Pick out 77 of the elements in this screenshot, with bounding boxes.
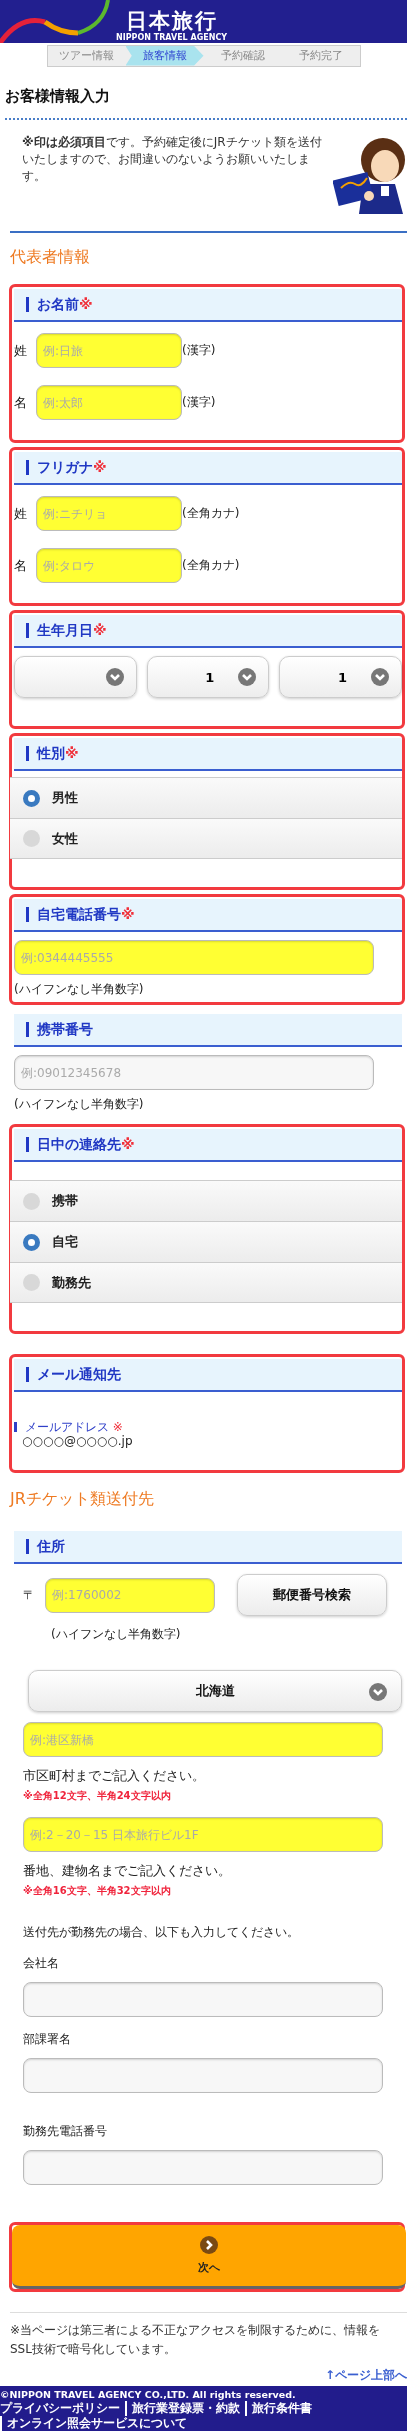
select-dropdown[interactable]: 1 xyxy=(146,656,270,698)
input-field[interactable]: 例:09012345678 xyxy=(14,1055,374,1090)
field-note: (全角カナ) xyxy=(182,557,240,574)
postal-search-button[interactable]: 郵便番号検索 xyxy=(237,1574,387,1616)
section-heading: 代表者情報 xyxy=(10,247,91,268)
field-hint: 市区町村までご記入ください。 xyxy=(23,1767,206,1785)
footer-link[interactable]: 旅行業登録票・約款 xyxy=(125,2401,245,2416)
security-note: ※当ページは第三者による不正なアクセスを制限するために、情報をSSL技術で暗号化しています。 xyxy=(10,2322,382,2358)
address-field[interactable]: 例:港区新橋 xyxy=(23,1722,383,1757)
postal-mark: 〒 xyxy=(23,1586,35,1604)
address-field[interactable]: 例:2－20－15 日本旅行ビル1F xyxy=(23,1817,383,1852)
radio-option[interactable]: 男性 xyxy=(10,777,402,818)
footer-link[interactable]: プライバシーポリシー xyxy=(0,2401,125,2416)
field-label: 姓 xyxy=(14,341,28,360)
logo-subtext: NIPPON TRAVEL AGENCY xyxy=(116,33,228,42)
page-top-link[interactable]: ↑ページ上部へ xyxy=(324,2367,407,2384)
field-note: (漢字) xyxy=(182,342,216,359)
next-button[interactable]: 次へ xyxy=(12,2225,406,2289)
progress-step: ツアー情報 xyxy=(47,46,126,66)
field-label: 勤務先電話番号 xyxy=(23,2123,108,2140)
section-title: 自宅電話番号※ xyxy=(26,907,135,922)
input-field[interactable]: 例:太郎 xyxy=(36,385,182,420)
progress-step: 予約完了 xyxy=(281,46,360,66)
instruction-text: 送付先が勤務先の場合、以下も入力してください。 xyxy=(22,1924,300,1941)
prefecture-select[interactable]: 北海道 xyxy=(28,1670,402,1712)
radio-option[interactable]: 勤務先 xyxy=(10,1262,402,1303)
page-title: お客様情報入力 xyxy=(5,86,407,120)
section-title: フリガナ※ xyxy=(26,460,107,475)
chevron-right-icon xyxy=(200,2236,218,2254)
select-dropdown[interactable]: 1 xyxy=(279,656,402,698)
field-hint: 番地、建物名までご記入ください。 xyxy=(23,1862,232,1880)
section-title: 日中の連絡先※ xyxy=(26,1137,135,1152)
email-label: メールアドレス ※ xyxy=(14,1422,402,1432)
footer-link[interactable]: オンライン照会サービスについて xyxy=(0,2416,192,2431)
radio-option[interactable]: 携帯 xyxy=(10,1180,402,1221)
progress-step: 予約確認 xyxy=(203,46,282,66)
input-field[interactable]: 例:0344445555 xyxy=(14,940,374,975)
field-label: 名 xyxy=(14,556,28,575)
section-title: お名前※ xyxy=(26,297,93,312)
field-hint: (ハイフンなし半角数字) xyxy=(50,1626,182,1643)
field-note: (漢字) xyxy=(182,394,216,411)
field-hint: (ハイフンなし半角数字) xyxy=(14,981,145,998)
chevron-down-icon xyxy=(369,1683,387,1701)
footer-link[interactable]: 旅行条件書 xyxy=(245,2401,317,2416)
field-label: 部課署名 xyxy=(23,2031,72,2048)
section-title: 住所 xyxy=(26,1539,65,1554)
postal-code-field[interactable]: 例:1760002 xyxy=(45,1577,215,1613)
select-dropdown[interactable] xyxy=(14,656,137,698)
progress-step: 旅客情報 xyxy=(125,46,204,66)
input-field[interactable]: 例:日旅 xyxy=(36,333,182,368)
email-value: ○○○○@○○○○.jp xyxy=(21,1434,134,1448)
logo-swoosh-icon xyxy=(0,0,110,43)
section-title: 性別※ xyxy=(26,746,79,761)
chevron-down-icon xyxy=(371,668,389,686)
chevron-down-icon xyxy=(105,668,124,686)
radio-option[interactable]: 自宅 xyxy=(10,1221,402,1262)
input-field[interactable]: 例:ニチリョ xyxy=(36,496,182,531)
section-title: メール通知先 xyxy=(26,1367,121,1382)
notice-text: ※印は必須項目です。予約確定後にJRチケット類を送付いたしますので、お間違いのないようお願いいたします。 xyxy=(22,133,323,185)
section-heading: JRチケット類送付先 xyxy=(10,1489,155,1510)
section-title: 生年月日※ xyxy=(26,623,107,638)
length-limit-note: ※全角12文字、半角24文字以内 xyxy=(23,1789,172,1803)
field-label: 姓 xyxy=(14,504,28,523)
input-field[interactable]: 例:タロウ xyxy=(36,548,182,583)
input-field[interactable] xyxy=(23,2058,383,2093)
field-hint: (ハイフンなし半角数字) xyxy=(14,1096,145,1113)
section-title: 携帯番号 xyxy=(26,1022,93,1037)
chevron-down-icon xyxy=(238,668,257,686)
field-note: (全角カナ) xyxy=(182,505,240,522)
logo-text: 日本旅行 xyxy=(125,10,218,33)
input-field[interactable] xyxy=(23,1982,383,2017)
field-label: 会社名 xyxy=(23,1955,60,1972)
input-field[interactable] xyxy=(23,2150,383,2185)
length-limit-note: ※全角16文字、半角32文字以内 xyxy=(23,1884,172,1898)
radio-option[interactable]: 女性 xyxy=(10,818,402,859)
field-label: 名 xyxy=(14,393,28,412)
copyright-text: ©NIPPON TRAVEL AGENCY CO.,LTD. All rights reserved. xyxy=(0,2388,297,2401)
